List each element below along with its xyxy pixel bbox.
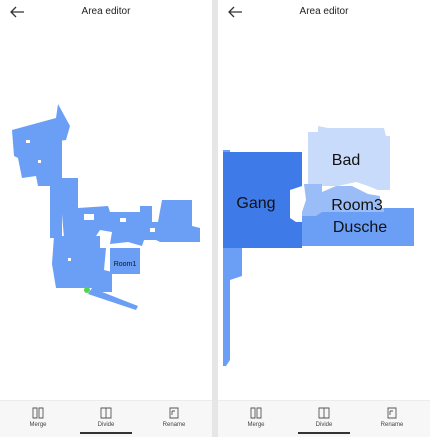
divide-button[interactable]: Divide <box>294 406 354 434</box>
map-room-bottom <box>52 236 112 292</box>
merge-button[interactable]: Merge <box>226 406 286 434</box>
rename-label: Rename <box>380 422 404 428</box>
room-label-gang: Gang <box>236 195 275 212</box>
divide-label: Divide <box>315 422 333 428</box>
map-corridor <box>50 140 62 238</box>
active-tab-indicator <box>80 432 132 434</box>
header: Area editor <box>218 0 430 26</box>
merge-button[interactable]: Merge <box>8 406 68 434</box>
map-room-notch <box>230 248 242 280</box>
map-room-central <box>62 178 200 246</box>
divide-icon <box>99 406 113 420</box>
merge-label: Merge <box>29 422 47 428</box>
map-left[interactable]: Room1 <box>0 0 212 437</box>
rename-icon <box>167 406 181 420</box>
dock-icon <box>84 287 90 293</box>
active-tab-indicator <box>298 432 350 434</box>
merge-icon <box>31 406 45 420</box>
right-panel: Gang Bad Room3 Dusche Area editor Merge … <box>218 0 430 437</box>
page-title: Area editor <box>299 6 349 17</box>
page-title: Area editor <box>81 6 131 17</box>
room-label-dusche: Dusche <box>333 219 387 236</box>
room-label-bad: Bad <box>332 152 360 169</box>
rename-icon <box>385 406 399 420</box>
rename-button[interactable]: Rename <box>144 406 204 434</box>
map-right[interactable]: Gang Bad Room3 Dusche <box>218 0 430 437</box>
header: Area editor <box>0 0 212 26</box>
merge-icon <box>249 406 263 420</box>
room-label: Room1 <box>114 261 137 268</box>
rename-button[interactable]: Rename <box>362 406 422 434</box>
map-tail <box>88 288 138 310</box>
toolbar: Merge Divide Rename <box>0 400 212 437</box>
rename-label: Rename <box>162 422 186 428</box>
left-panel: Room1 Area editor Merge Divide Rename <box>0 0 212 437</box>
merge-label: Merge <box>247 422 265 428</box>
divide-icon <box>317 406 331 420</box>
room-label-room3: Room3 <box>331 197 383 214</box>
divide-label: Divide <box>97 422 115 428</box>
divide-button[interactable]: Divide <box>76 406 136 434</box>
toolbar: Merge Divide Rename <box>218 400 430 437</box>
